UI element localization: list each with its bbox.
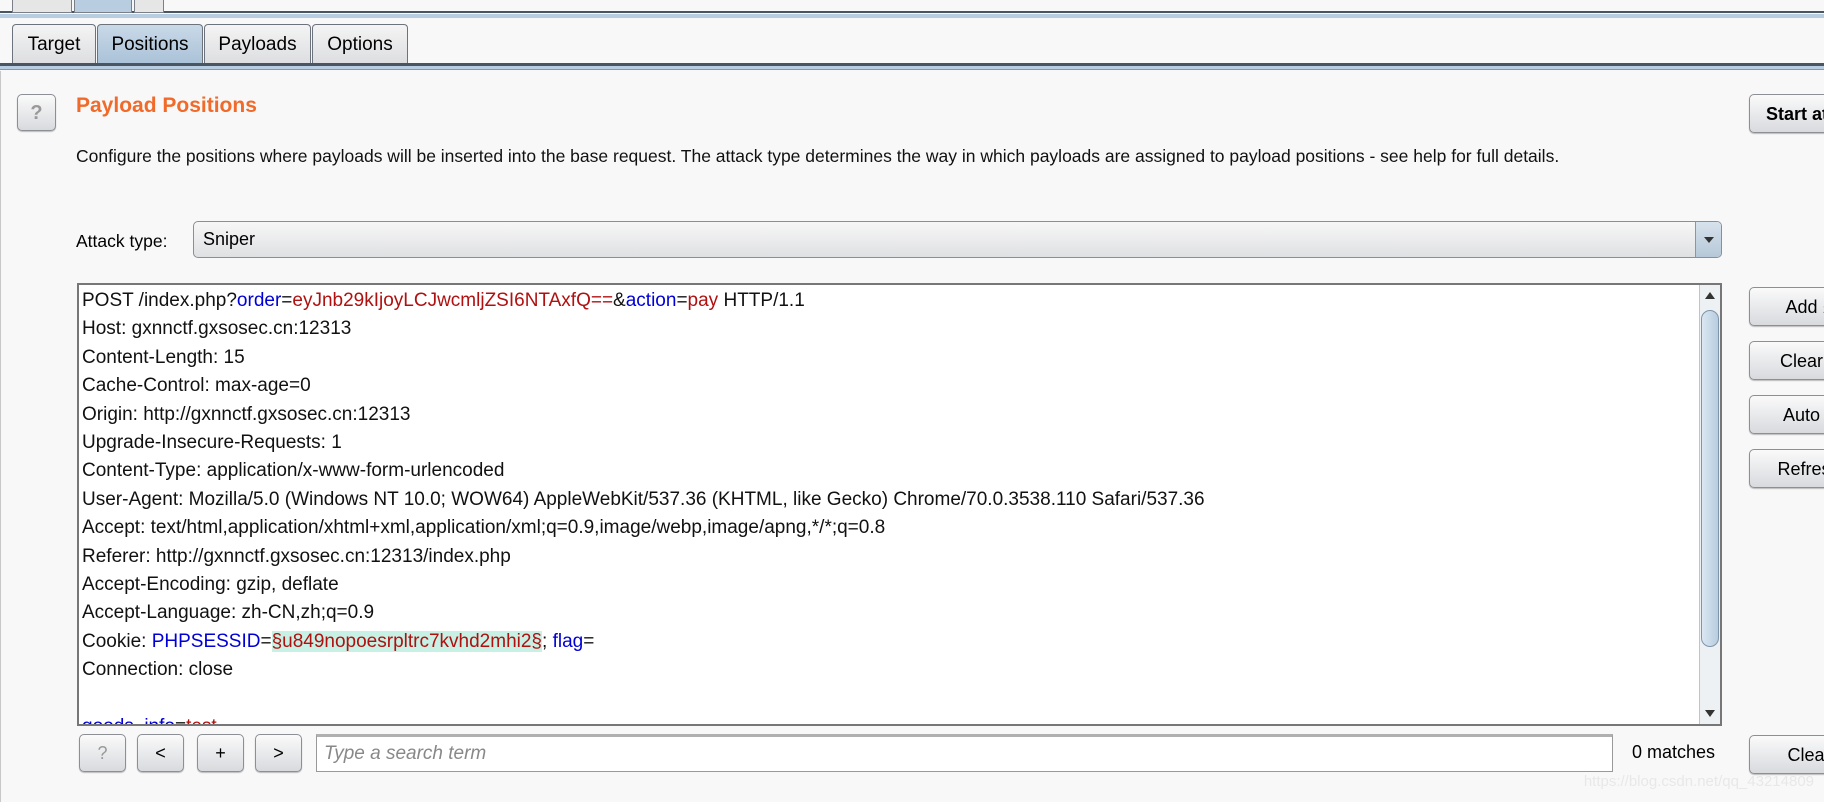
tab-options[interactable]: Options	[312, 24, 408, 65]
help-button[interactable]: ?	[17, 94, 56, 131]
request-text-segment: Content-Type: application/x-www-form-url…	[82, 460, 505, 482]
attack-type-value: Sniper	[203, 229, 256, 249]
request-line[interactable]: Accept-Language: zh-CN,zh;q=0.9	[82, 599, 1205, 627]
param-value: test	[186, 716, 217, 724]
clear-markers-button[interactable]: Clear §	[1749, 341, 1824, 380]
start-attack-button[interactable]: Start attack	[1749, 94, 1824, 133]
tab-payloads[interactable]: Payloads	[204, 24, 311, 65]
request-line[interactable]: Referer: http://gxnnctf.gxsosec.cn:12313…	[82, 543, 1205, 571]
param-name: flag	[552, 630, 584, 652]
param-name: goods_info	[82, 716, 175, 724]
search-next-button[interactable]: >	[255, 734, 302, 772]
request-text-segment: Referer: http://gxnnctf.gxsosec.cn:12313…	[82, 545, 511, 567]
request-line[interactable]: Cookie: PHPSESSID=§u849nopoesrpltrc7kvhd…	[82, 628, 1205, 656]
section-title: Payload Positions	[76, 94, 257, 117]
refresh-button[interactable]: Refresh	[1749, 449, 1824, 488]
request-line[interactable]: goods_info=test	[82, 713, 1205, 724]
param-value: eyJnb29kIjoyLCJwcmljZSI6NTAxfQ==	[292, 290, 614, 311]
clear-search-button[interactable]: Clear	[1749, 735, 1824, 774]
request-text-segment: HTTP/1.1	[718, 290, 805, 311]
request-text-segment: =	[175, 716, 186, 724]
top-tab-strip	[0, 0, 1824, 13]
request-text-segment: Accept-Encoding: gzip, deflate	[82, 574, 339, 596]
tab-band-lower	[0, 66, 1824, 70]
request-line[interactable]: Host: gxnnctf.gxsosec.cn:12313	[82, 315, 1205, 343]
request-line[interactable]: Origin: http://gxnnctf.gxsosec.cn:12313	[82, 401, 1205, 429]
request-text-segment: =	[281, 290, 293, 311]
param-value: pay	[687, 290, 719, 311]
request-line[interactable]: Upgrade-Insecure-Requests: 1	[82, 429, 1205, 457]
add-marker-button[interactable]: Add §	[1749, 287, 1824, 326]
request-line[interactable]: Cache-Control: max-age=0	[82, 372, 1205, 400]
request-line[interactable]: Content-Type: application/x-www-form-url…	[82, 457, 1205, 485]
request-text[interactable]: POST /index.php?order=eyJnb29kIjoyLCJwcm…	[82, 287, 1205, 724]
top-tab-stub-active[interactable]	[74, 0, 132, 13]
chevron-down-icon[interactable]	[1695, 222, 1721, 257]
request-text-segment: =	[260, 630, 272, 652]
top-tab-stub[interactable]	[134, 0, 164, 13]
search-add-button[interactable]: +	[197, 734, 244, 772]
request-text-segment: &	[613, 290, 626, 311]
request-line[interactable]	[82, 685, 1205, 713]
watermark: https://blog.csdn.net/qq_43214809	[1583, 773, 1814, 790]
request-text-segment: Cookie:	[82, 630, 152, 652]
request-text-segment: Cache-Control: max-age=0	[82, 375, 311, 397]
scroll-down-arrow-icon[interactable]	[1700, 702, 1720, 724]
attack-type-label: Attack type:	[76, 231, 168, 251]
param-name: PHPSESSID	[151, 630, 261, 652]
payload-marker: §u849nopoesrpltrc7kvhd2mhi2§	[271, 630, 542, 652]
request-line[interactable]: Accept: text/html,application/xhtml+xml,…	[82, 514, 1205, 542]
request-text-segment: Accept: text/html,application/xhtml+xml,…	[82, 517, 886, 539]
scroll-up-arrow-icon[interactable]	[1700, 285, 1720, 307]
scrollbar-thumb[interactable]	[1701, 310, 1719, 647]
request-text-segment: Host: gxnnctf.gxsosec.cn:12313	[82, 318, 352, 340]
param-name: action	[625, 290, 677, 311]
tab-target[interactable]: Target	[12, 24, 96, 65]
request-text-segment: Origin: http://gxnnctf.gxsosec.cn:12313	[82, 403, 411, 425]
request-text-segment: Content-Length: 15	[82, 346, 245, 368]
request-text-segment: POST /index.php?	[82, 290, 237, 311]
request-text-segment: Accept-Language: zh-CN,zh;q=0.9	[82, 602, 375, 624]
editor-scrollbar[interactable]	[1699, 285, 1720, 724]
request-text-segment: =	[583, 630, 595, 652]
request-text-segment: Upgrade-Insecure-Requests: 1	[82, 432, 342, 454]
request-line[interactable]: Accept-Encoding: gzip, deflate	[82, 571, 1205, 599]
request-line[interactable]: POST /index.php?order=eyJnb29kIjoyLCJwcm…	[82, 287, 1205, 315]
param-name: order	[236, 290, 282, 311]
tab-band	[0, 14, 1824, 18]
request-line[interactable]: Content-Length: 15	[82, 344, 1205, 372]
request-text-segment: =	[676, 290, 688, 311]
request-line[interactable]: User-Agent: Mozilla/5.0 (Windows NT 10.0…	[82, 486, 1205, 514]
search-help-button[interactable]: ?	[79, 734, 126, 772]
section-description: Configure the positions where payloads w…	[76, 146, 1560, 166]
request-editor[interactable]: POST /index.php?order=eyJnb29kIjoyLCJwcm…	[77, 283, 1722, 726]
auto-markers-button[interactable]: Auto §	[1749, 395, 1824, 434]
search-input[interactable]	[316, 734, 1613, 772]
request-text-segment: ;	[542, 630, 553, 652]
attack-type-select[interactable]: Sniper	[193, 221, 1722, 258]
search-prev-button[interactable]: <	[137, 734, 184, 772]
top-tab-stub[interactable]	[12, 0, 72, 13]
request-text-segment: Connection: close	[82, 659, 234, 681]
request-line[interactable]: Connection: close	[82, 656, 1205, 684]
tab-positions[interactable]: Positions	[97, 24, 203, 65]
request-text-segment: User-Agent: Mozilla/5.0 (Windows NT 10.0…	[82, 488, 1205, 510]
search-matches-count: 0 matches	[1632, 742, 1716, 762]
